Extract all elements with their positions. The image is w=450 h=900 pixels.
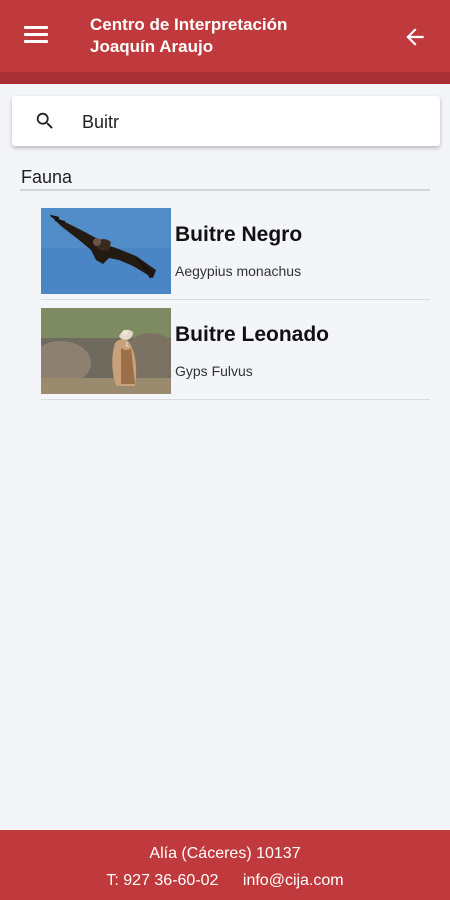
footer: Alía (Cáceres) 10137 T: 927 36-60-02 inf… (0, 830, 450, 900)
search-input[interactable] (80, 106, 424, 138)
footer-contact: T: 927 36-60-02 info@cija.com (0, 872, 450, 890)
black-vulture-photo (41, 208, 171, 294)
search-bar (12, 96, 440, 146)
app-bar: Centro de Interpretación Joaquín Araujo (0, 0, 450, 84)
arrow-back-icon[interactable] (402, 24, 428, 50)
section-divider (20, 189, 430, 191)
result-item-buitre-leonado[interactable]: Buitre Leonado Gyps Fulvus (41, 308, 430, 400)
result-item-buitre-negro[interactable]: Buitre Negro Aegypius monachus (41, 208, 430, 300)
result-divider (41, 399, 430, 400)
menu-icon[interactable] (24, 26, 48, 46)
footer-email[interactable]: info@cija.com (243, 872, 344, 889)
search-icon[interactable] (34, 110, 56, 132)
result-scientific-name: Aegypius monachus (175, 263, 302, 279)
result-name: Buitre Negro (175, 223, 303, 246)
app-title: Centro de Interpretación Joaquín Araujo (90, 15, 288, 56)
result-divider (41, 299, 430, 300)
section-title: Fauna (21, 167, 73, 187)
footer-phone[interactable]: T: 927 36-60-02 (106, 872, 218, 889)
result-scientific-name: Gyps Fulvus (175, 363, 253, 379)
result-name: Buitre Leonado (175, 323, 330, 346)
footer-address: Alía (Cáceres) 10137 (149, 845, 301, 862)
griffon-vulture-photo (41, 308, 171, 394)
